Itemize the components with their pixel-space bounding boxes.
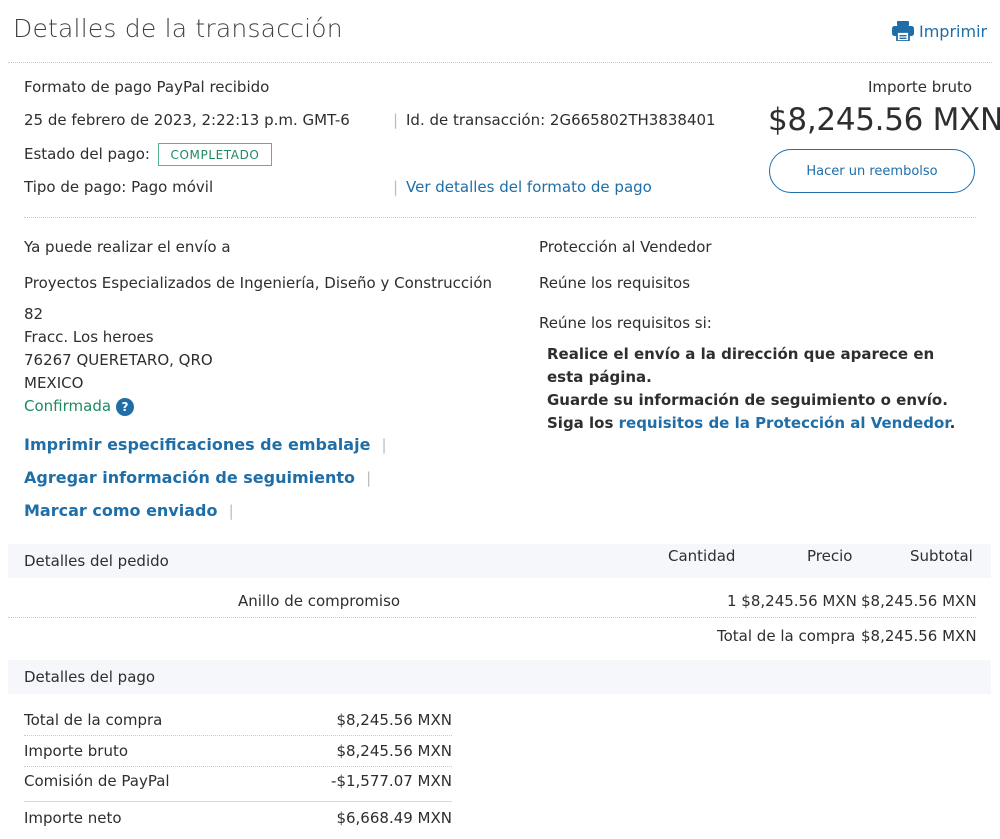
print-link[interactable]: Imprimir — [892, 21, 987, 41]
col-subtotal: Subtotal — [910, 547, 973, 565]
protection-eligibility: Reúne los requisitos — [539, 274, 691, 292]
print-packing-link[interactable]: Imprimir especificaciones de embalaje — [24, 435, 370, 454]
protection-conditions-label: Reúne los requisitos si: — [539, 314, 712, 332]
shipping-action: Marcar como enviado | — [24, 501, 234, 520]
address-line: 76267 QUERETARO, QRO — [24, 351, 213, 369]
format-received: Formato de pago PayPal recibido — [24, 78, 270, 96]
gross-amount-label: Importe bruto — [868, 78, 973, 96]
payment-net-value: $6,668.49 MXN — [336, 809, 452, 827]
order-item-qty-price: 1 $8,245.56 MXN — [727, 592, 857, 610]
col-price: Precio — [807, 547, 853, 565]
payment-row-divider — [24, 801, 452, 802]
order-total-value: $8,245.56 MXN — [861, 627, 977, 645]
status-label: Estado del pago: — [24, 145, 150, 163]
page-title: Detalles de la transacción — [13, 14, 343, 43]
payment-fee-value: -$1,577.07 MXN — [331, 772, 452, 790]
payment-row-label: Importe bruto — [24, 742, 129, 760]
order-divider — [8, 617, 976, 618]
payment-row-divider — [24, 735, 452, 736]
payment-row-label: Importe neto — [24, 809, 122, 827]
printer-icon — [892, 21, 914, 41]
payment-row-label: Total de la compra — [24, 711, 163, 729]
print-label: Imprimir — [919, 21, 988, 41]
order-item-subtotal: $8,245.56 MXN — [861, 592, 977, 610]
add-tracking-link[interactable]: Agregar información de seguimiento — [24, 468, 355, 487]
order-item-name: Anillo de compromiso — [238, 592, 401, 610]
separator: | — [366, 469, 372, 487]
address-line: Fracc. Los heroes — [24, 328, 154, 346]
col-quantity: Cantidad — [668, 547, 736, 565]
help-icon[interactable]: ? — [116, 397, 135, 416]
shipping-heading: Ya puede realizar el envío a — [24, 238, 231, 256]
address-line: 82 — [24, 305, 44, 323]
mark-shipped-link[interactable]: Marcar como enviado — [24, 501, 217, 520]
requirement-text: Realice el envío a la dirección que apar… — [547, 345, 935, 363]
requirement-2: Guarde su información de seguimiento o e… — [547, 391, 948, 409]
shipping-name: Proyectos Especializados de Ingeniería, … — [24, 274, 493, 292]
separator: | — [381, 436, 387, 454]
payment-row-divider — [24, 766, 452, 767]
requirement-3: Siga los requisitos de la Protección al … — [547, 412, 955, 435]
requirement-1: Realice el envío a la dirección que apar… — [547, 343, 955, 435]
protection-requirements-link[interactable]: requisitos de la Protección al Vendedor — [619, 414, 950, 432]
separator: | — [228, 502, 234, 520]
address-country: MEXICO — [24, 374, 84, 392]
shipping-action: Imprimir especificaciones de embalaje | — [24, 435, 387, 454]
status-badge: COMPLETADO — [158, 143, 272, 166]
transaction-date: 25 de febrero de 2023, 2:22:13 p.m. GMT-… — [24, 111, 350, 129]
order-details-heading: Detalles del pedido — [24, 552, 169, 570]
requirement-suffix: . — [949, 414, 956, 432]
refund-button[interactable]: Hacer un reembolso — [769, 149, 975, 193]
summary-divider — [24, 217, 976, 218]
payment-row-label: Comisión de PayPal — [24, 772, 170, 790]
payment-row-value: $8,245.56 MXN — [336, 711, 452, 729]
separator: | — [393, 111, 399, 129]
gross-amount: $8,245.56 MXN — [768, 102, 1000, 138]
payment-type: Tipo de pago: Pago móvil — [24, 178, 214, 196]
protection-heading: Protección al Vendedor — [539, 238, 712, 256]
shipping-action: Agregar información de seguimiento | — [24, 468, 371, 487]
view-format-link[interactable]: Ver detalles del formato de pago — [406, 178, 652, 196]
requirement-text: esta página. — [547, 368, 652, 386]
address-confirmed: Confirmada? — [24, 397, 135, 416]
order-total-label: Total de la compra — [717, 627, 856, 645]
confirmed-label: Confirmada — [24, 397, 112, 415]
header-divider — [8, 62, 992, 63]
payment-details-heading: Detalles del pago — [24, 668, 156, 686]
requirement-prefix: Siga los — [547, 414, 619, 432]
transaction-id: Id. de transacción: 2G665802TH3838401 — [406, 111, 716, 129]
payment-details-header — [8, 660, 991, 694]
payment-row-value: $8,245.56 MXN — [336, 742, 452, 760]
separator: | — [393, 178, 399, 196]
